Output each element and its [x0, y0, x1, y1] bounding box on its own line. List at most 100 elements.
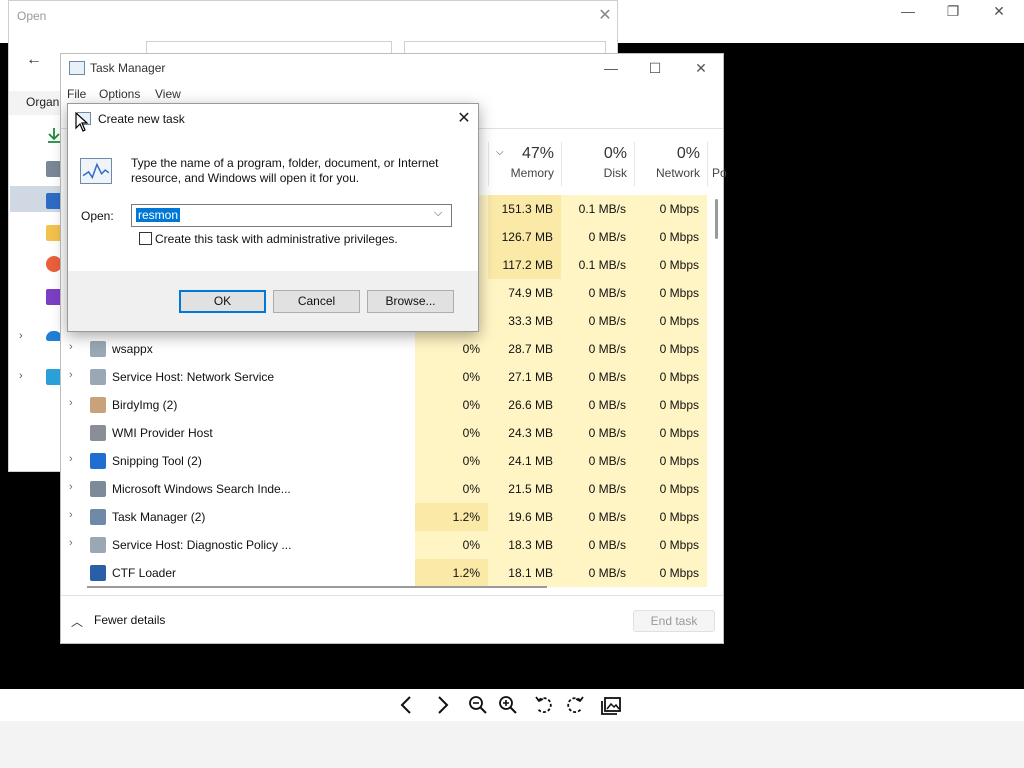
memory-cell: 33.3 MB — [488, 307, 561, 335]
menu-options[interactable]: Options — [99, 87, 140, 101]
process-name: Task Manager (2) — [112, 510, 206, 524]
process-icon — [90, 425, 106, 441]
rotate-right-icon[interactable] — [561, 693, 589, 717]
chevron-down-icon[interactable]: ⌵ — [434, 207, 442, 220]
expand-chevron-icon[interactable]: › — [69, 341, 73, 353]
tm-close-button[interactable]: ✕ — [678, 56, 724, 80]
previous-icon[interactable] — [393, 693, 421, 717]
browse-button[interactable]: Browse... — [367, 290, 454, 313]
gallery-icon[interactable] — [597, 693, 625, 717]
process-icon — [90, 537, 106, 553]
organize-button[interactable]: Organ — [26, 95, 59, 109]
back-arrow-icon[interactable]: ← — [19, 47, 49, 73]
disk-cell: 0 MB/s — [561, 223, 634, 251]
table-row[interactable]: › BirdyImg (2) 0% 26.6 MB 0 MB/s 0 Mbps — [61, 391, 709, 419]
table-row[interactable]: › wsappx 0% 28.7 MB 0 MB/s 0 Mbps — [61, 335, 709, 363]
disk-cell: 0 MB/s — [561, 475, 634, 503]
expand-chevron-icon[interactable]: › — [69, 397, 73, 409]
horizontal-scrollbar[interactable] — [87, 586, 547, 588]
open-dialog-title: Open — [17, 9, 47, 23]
viewer-maximize-button[interactable]: ❐ — [930, 2, 976, 20]
memory-cell: 18.1 MB — [488, 559, 561, 587]
table-row[interactable]: › Snipping Tool (2) 0% 24.1 MB 0 MB/s 0 … — [61, 447, 709, 475]
ok-button[interactable]: OK — [179, 290, 266, 313]
vertical-scrollbar[interactable] — [715, 199, 718, 239]
power-label: Po — [712, 166, 727, 180]
open-input-value[interactable]: resmon — [136, 208, 181, 222]
network-cell: 0 Mbps — [634, 279, 707, 307]
memory-cell: 27.1 MB — [488, 363, 561, 391]
column-disk[interactable]: 0% Disk — [561, 142, 634, 186]
process-icon — [90, 341, 106, 357]
cpu-cell: 0% — [415, 531, 488, 559]
process-name: Service Host: Network Service — [112, 370, 275, 384]
network-cell: 0 Mbps — [634, 335, 707, 363]
memory-cell: 151.3 MB — [488, 195, 561, 223]
menu-file[interactable]: File — [67, 87, 86, 101]
viewer-minimize-button[interactable]: — — [885, 2, 931, 20]
column-memory[interactable]: 47% Memory — [488, 142, 561, 186]
table-row[interactable]: › Task Manager (2) 1.2% 19.6 MB 0 MB/s 0… — [61, 503, 709, 531]
table-row[interactable]: › Service Host: Network Service 0% 27.1 … — [61, 363, 709, 391]
admin-privileges-checkbox[interactable] — [139, 232, 152, 245]
admin-privileges-label[interactable]: Create this task with administrative pri… — [155, 232, 398, 246]
tm-minimize-button[interactable]: — — [588, 56, 634, 80]
process-icon — [90, 481, 106, 497]
network-cell: 0 Mbps — [634, 503, 707, 531]
table-row[interactable]: CTF Loader 1.2% 18.1 MB 0 MB/s 0 Mbps — [61, 559, 709, 587]
table-row[interactable]: › Microsoft Windows Search Inde... 0% 21… — [61, 475, 709, 503]
network-cell: 0 Mbps — [634, 475, 707, 503]
cpu-cell: 0% — [415, 447, 488, 475]
chevron-up-icon[interactable]: ︿ — [71, 613, 83, 630]
tm-maximize-button[interactable]: ☐ — [632, 56, 678, 80]
memory-cell: 28.7 MB — [488, 335, 561, 363]
end-task-button[interactable]: End task — [633, 610, 715, 632]
zoom-out-icon[interactable] — [464, 693, 492, 717]
disk-label: Disk — [603, 166, 627, 180]
expand-chevron-icon[interactable]: › — [69, 453, 73, 465]
onedrive-expand-icon[interactable]: › — [19, 330, 23, 342]
this-pc-expand-icon[interactable]: › — [19, 370, 23, 382]
open-combobox[interactable]: resmon ⌵ — [131, 204, 452, 227]
viewer-close-button[interactable]: ✕ — [976, 2, 1022, 20]
network-label: Network — [655, 166, 700, 180]
column-network[interactable]: 0% Network — [634, 142, 707, 186]
rotate-left-icon[interactable] — [530, 693, 558, 717]
open-dialog-close-button[interactable]: ✕ — [595, 6, 615, 26]
expand-chevron-icon[interactable]: › — [69, 481, 73, 493]
dialog-description: Type the name of a program, folder, docu… — [131, 156, 439, 185]
cpu-cell: 0% — [415, 391, 488, 419]
expand-chevron-icon[interactable]: › — [69, 509, 73, 521]
memory-cell: 21.5 MB — [488, 475, 561, 503]
table-row[interactable]: WMI Provider Host 0% 24.3 MB 0 MB/s 0 Mb… — [61, 419, 709, 447]
network-cell: 0 Mbps — [634, 391, 707, 419]
zoom-in-icon[interactable] — [494, 693, 522, 717]
expand-chevron-icon[interactable]: › — [69, 537, 73, 549]
run-icon — [80, 158, 112, 184]
process-name: Microsoft Windows Search Inde... — [112, 482, 291, 496]
footer-divider — [61, 595, 723, 596]
memory-cell: 18.3 MB — [488, 531, 561, 559]
process-name: BirdyImg (2) — [112, 398, 178, 412]
open-label: Open: — [81, 209, 114, 223]
menu-view[interactable]: View — [155, 87, 181, 101]
process-icon — [90, 369, 106, 385]
disk-cell: 0 MB/s — [561, 307, 634, 335]
cpu-cell: 0% — [415, 475, 488, 503]
network-cell: 0 Mbps — [634, 307, 707, 335]
disk-total: 0% — [603, 145, 627, 162]
create-new-task-dialog: Create new task ✕ Type the name of a pro… — [67, 103, 479, 332]
column-power[interactable]: Po — [707, 142, 727, 186]
cancel-button[interactable]: Cancel — [273, 290, 360, 313]
table-row[interactable]: › Service Host: Diagnostic Policy ... 0%… — [61, 531, 709, 559]
network-cell: 0 Mbps — [634, 559, 707, 587]
dialog-close-button[interactable]: ✕ — [452, 108, 476, 130]
fewer-details-link[interactable]: Fewer details — [94, 613, 165, 627]
next-icon[interactable] — [428, 693, 456, 717]
process-icon — [90, 509, 106, 525]
network-cell: 0 Mbps — [634, 419, 707, 447]
memory-cell: 126.7 MB — [488, 223, 561, 251]
network-cell: 0 Mbps — [634, 363, 707, 391]
cpu-cell: 0% — [415, 335, 488, 363]
expand-chevron-icon[interactable]: › — [69, 369, 73, 381]
